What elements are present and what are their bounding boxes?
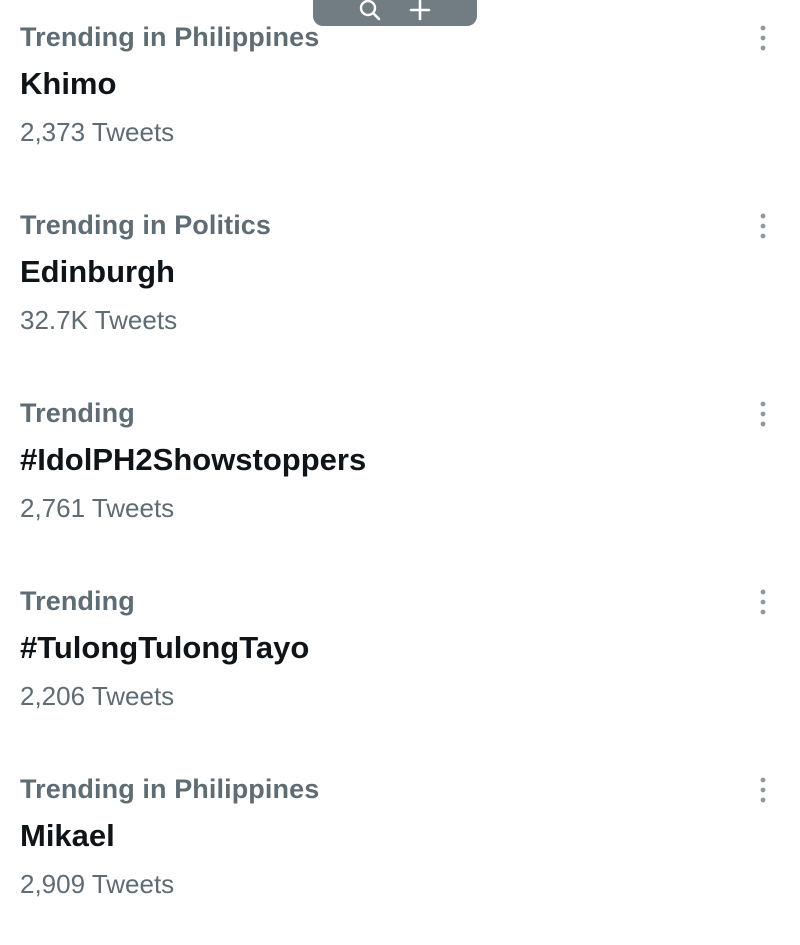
trend-context: Trending in Philippines: [20, 774, 320, 804]
more-vertical-icon: [760, 213, 766, 239]
more-options-button[interactable]: [748, 586, 778, 618]
trend-item[interactable]: Trending in Politics Edinburgh 32.7K Twe…: [0, 188, 800, 376]
trend-tweet-count: 2,373 Tweets: [20, 117, 175, 147]
trend-item[interactable]: Trending #TulongTulongTayo 2,206 Tweets: [0, 564, 800, 752]
more-options-button[interactable]: [748, 398, 778, 430]
more-options-button[interactable]: [748, 210, 778, 242]
trend-tweet-count: 2,206 Tweets: [20, 681, 175, 711]
trend-context: Trending in Philippines: [20, 22, 320, 52]
trend-topic[interactable]: Edinburgh: [20, 254, 175, 290]
more-options-button[interactable]: [748, 22, 778, 54]
trend-topic[interactable]: #TulongTulongTayo: [20, 630, 309, 666]
trend-context: Trending in Politics: [20, 210, 272, 240]
trend-tweet-count: 32.7K Tweets: [20, 305, 178, 335]
trend-item[interactable]: Trending in Philippines Khimo 2,373 Twee…: [0, 0, 800, 188]
trend-tweet-count: 2,761 Tweets: [20, 493, 175, 523]
trend-tweet-count: 2,909 Tweets: [20, 869, 175, 899]
trend-item[interactable]: Trending #IdolPH2Showstoppers 2,761 Twee…: [0, 376, 800, 564]
trend-topic[interactable]: Khimo: [20, 66, 116, 102]
more-vertical-icon: [760, 401, 766, 427]
more-options-button[interactable]: [748, 774, 778, 806]
more-vertical-icon: [760, 25, 766, 51]
trend-topic[interactable]: #IdolPH2Showstoppers: [20, 442, 366, 478]
trend-item[interactable]: Trending in Philippines Mikael 2,909 Twe…: [0, 752, 800, 940]
more-vertical-icon: [760, 589, 766, 615]
more-vertical-icon: [760, 777, 766, 803]
trend-context: Trending: [20, 398, 135, 428]
trend-context: Trending: [20, 586, 135, 616]
trend-topic[interactable]: Mikael: [20, 818, 115, 854]
